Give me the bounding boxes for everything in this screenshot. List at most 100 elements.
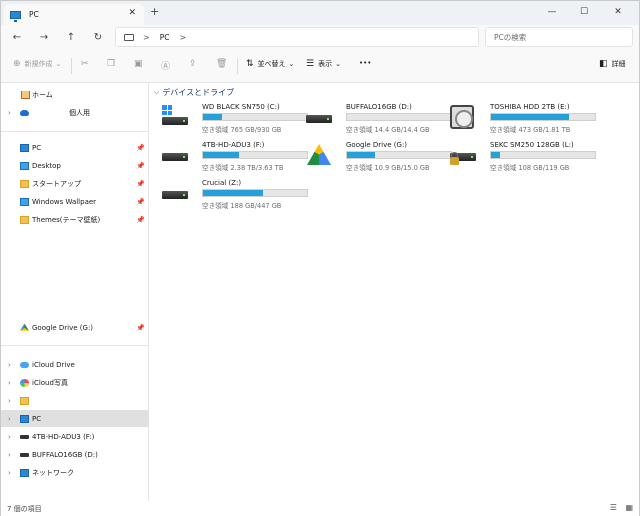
sort-label: 並べ替え <box>257 60 286 68</box>
chevron-right-icon[interactable]: › <box>8 397 11 405</box>
sidebar-item-label: スタートアップ <box>32 179 81 188</box>
search-input[interactable]: PCの検索 <box>485 27 633 47</box>
share-button[interactable]: ⇪ <box>189 59 201 69</box>
sidebar-item-4tb-hd-adu3[interactable]: › 4TB-HD-ADU3 (F:) <box>1 428 149 445</box>
sidebar-item-home[interactable]: ホーム <box>1 86 149 103</box>
sort-icon: ⇅ <box>246 59 254 69</box>
view-toggle: ☰ ▦ <box>610 503 633 512</box>
drive-name: SEKC SM250 128GB (L:) <box>490 141 574 149</box>
drive-icon <box>20 452 29 457</box>
tiles-view-icon[interactable]: ▦ <box>625 503 633 512</box>
drive-item[interactable]: WD BLACK SN750 (C:) 空き領域 765 GB/930 GB <box>162 101 308 137</box>
cut-button[interactable]: ✂ <box>81 59 93 69</box>
chevron-right-icon[interactable]: › <box>8 451 11 459</box>
locked-drive-icon <box>450 143 476 165</box>
back-button[interactable]: ← <box>9 29 25 45</box>
sidebar-item-icloud-photos[interactable]: › iCloud写真 <box>1 374 149 391</box>
drive-item[interactable]: TOSHIBA HDD 2TB (E:) 空き領域 473 GB/1.81 TB <box>450 101 596 137</box>
sidebar-item-label: ホーム <box>32 90 53 99</box>
minimize-button[interactable]: — <box>537 3 567 21</box>
chevron-right-icon[interactable]: › <box>8 379 11 387</box>
status-bar: 7 個の項目 ☰ ▦ <box>1 501 639 516</box>
delete-button[interactable]: 🗑 <box>216 59 231 69</box>
chevron-right-icon[interactable]: › <box>8 433 11 441</box>
chevron-right-icon[interactable]: > <box>179 33 186 42</box>
view-button[interactable]: ☰ 表示 ⌄ <box>306 59 341 69</box>
breadcrumb-pc[interactable]: PC <box>160 33 170 42</box>
drive-name: Crucial (Z:) <box>202 179 242 187</box>
address-bar[interactable]: > PC > <box>115 27 479 47</box>
chevron-right-icon[interactable]: > <box>143 33 150 42</box>
sidebar-item-themes[interactable]: Themes(テーマ壁紙) 📌 <box>1 211 149 228</box>
details-view-icon[interactable]: ☰ <box>610 503 617 512</box>
refresh-button[interactable]: ↻ <box>90 29 106 45</box>
divider <box>1 131 149 132</box>
chevron-right-icon[interactable]: › <box>8 415 11 423</box>
sidebar-item-google-drive[interactable]: Google Drive (G:) 📌 <box>1 319 149 336</box>
drive-name: BUFFALO16GB (D:) <box>346 103 412 111</box>
tab-close-icon[interactable]: ✕ <box>128 8 136 18</box>
hdd-platter-icon <box>450 105 476 129</box>
content-area: ⌵ デバイスとドライブ WD BLACK SN750 (C:) 空き領域 765… <box>150 83 639 501</box>
paste-button[interactable]: ▣ <box>134 59 147 69</box>
details-pane-icon: ◧ <box>599 59 608 69</box>
title-bar: PC ✕ + — ☐ ✕ <box>1 1 639 25</box>
sidebar-item-network[interactable]: › ネットワーク <box>1 464 149 481</box>
forward-button[interactable]: → <box>36 29 52 45</box>
drive-free-space: 空き領域 188 GB/447 GB <box>202 202 282 210</box>
drive-item[interactable]: 4TB-HD-ADU3 (F:) 空き領域 2.38 TB/3.63 TB <box>162 139 308 175</box>
divider <box>1 345 149 346</box>
tab-pc[interactable]: PC ✕ <box>4 4 144 25</box>
drive-name: TOSHIBA HDD 2TB (E:) <box>490 103 570 111</box>
drive-item[interactable]: Google Drive (G:) 空き領域 10.9 GB/15.0 GB <box>306 139 452 175</box>
sidebar-item-folder[interactable]: › <box>1 392 149 409</box>
capacity-bar-fill <box>347 152 376 158</box>
new-tab-button[interactable]: + <box>150 5 159 18</box>
drive-icon <box>20 434 29 439</box>
rename-button[interactable]: Ⓐ <box>161 59 174 72</box>
sidebar-item-onedrive[interactable]: › 個人用 <box>1 104 149 121</box>
sidebar-item-label: 4TB-HD-ADU3 (F:) <box>32 432 95 441</box>
chevron-right-icon[interactable]: › <box>8 361 11 369</box>
capacity-bar-fill <box>203 114 222 120</box>
drive-item[interactable]: Crucial (Z:) 空き領域 188 GB/447 GB <box>162 177 308 213</box>
group-header-devices[interactable]: ⌵ デバイスとドライブ <box>154 87 234 98</box>
view-icon: ☰ <box>306 59 315 69</box>
sidebar-item-startup[interactable]: スタートアップ 📌 <box>1 175 149 192</box>
drive-free-space: 空き領域 2.38 TB/3.63 TB <box>202 164 284 172</box>
up-button[interactable]: ↑ <box>63 29 79 45</box>
pin-icon: 📌 <box>136 161 145 170</box>
drive-item[interactable]: BUFFALO16GB (D:) 空き領域 14.4 GB/14.4 GB <box>306 101 452 137</box>
chevron-right-icon[interactable]: › <box>8 109 11 117</box>
sidebar-item-label: iCloud写真 <box>32 378 68 387</box>
sidebar-item-label: Desktop <box>32 161 61 170</box>
hard-drive-icon <box>162 143 188 165</box>
folder-icon <box>20 197 29 206</box>
new-button[interactable]: ⊕ 新規作成 ⌄ <box>13 59 61 69</box>
folder-icon <box>20 215 29 224</box>
sidebar-item-desktop[interactable]: Desktop 📌 <box>1 157 149 174</box>
view-label: 表示 <box>318 60 333 68</box>
drive-item[interactable]: SEKC SM250 128GB (L:) 空き領域 108 GB/119 GB <box>450 139 596 175</box>
details-button[interactable]: ◧ 詳細 <box>599 59 626 69</box>
sidebar-item-icloud-drive[interactable]: › iCloud Drive <box>1 356 149 373</box>
sort-button[interactable]: ⇅ 並べ替え ⌄ <box>246 59 294 69</box>
group-title: デバイスとドライブ <box>162 88 235 97</box>
home-icon <box>21 90 30 99</box>
divider <box>71 58 72 74</box>
capacity-bar <box>202 113 308 121</box>
details-label: 詳細 <box>611 60 626 68</box>
drive-name: 4TB-HD-ADU3 (F:) <box>202 141 265 149</box>
sidebar-item-pc[interactable]: › PC <box>1 410 149 427</box>
sidebar-item-windows-wallpaer[interactable]: Windows Wallpaer 📌 <box>1 193 149 210</box>
chevron-down-icon[interactable]: ⌵ <box>154 88 159 97</box>
maximize-button[interactable]: ☐ <box>569 3 599 21</box>
more-options-button[interactable]: ••• <box>359 59 371 67</box>
pin-icon: 📌 <box>136 323 145 332</box>
copy-button[interactable]: ❐ <box>107 59 119 69</box>
close-button[interactable]: ✕ <box>603 3 633 21</box>
sidebar-item-buffalo16gb[interactable]: › BUFFALO16GB (D:) <box>1 446 149 463</box>
sidebar-item-pc-pinned[interactable]: PC 📌 <box>1 139 149 156</box>
chevron-right-icon[interactable]: › <box>8 469 11 477</box>
photos-icon <box>20 378 29 387</box>
